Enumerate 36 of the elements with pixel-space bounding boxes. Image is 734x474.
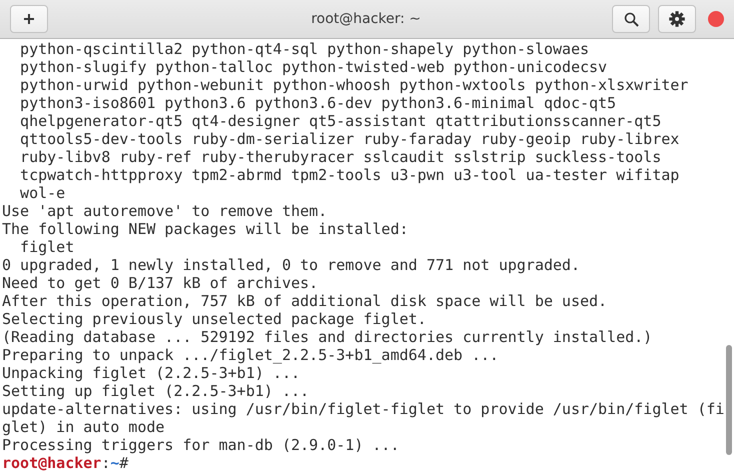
terminal-line: Selecting previously unselected package figlet. — [2, 310, 426, 328]
terminal-line: python-urwid python-webunit python-whoosh python-wxtools python-xlsxwriter — [19, 76, 688, 94]
prompt-path: ~ — [110, 454, 120, 472]
prompt-user: root@hacker — [2, 454, 102, 472]
terminal-line: After this operation, 757 kB of additional disk space will be used. — [2, 292, 608, 310]
prompt-separator: : — [101, 454, 110, 472]
terminal-line: Setting up figlet (2.2.5-3+b1) ... — [2, 382, 310, 400]
terminal-line: qhelpgenerator-qt5 qt4-designer qt5-assistant qtattributionsscanner-qt5 — [19, 112, 662, 130]
window-title: root@hacker: ~ — [310, 11, 422, 27]
terminal-line: python3-iso8601 python3.6 python3.6-dev python3.6-minimal qdoc-qt5 — [19, 94, 616, 112]
terminal-line: (Reading database ... 529192 files and directories currently installed.) — [2, 328, 652, 346]
close-button[interactable] — [708, 11, 724, 27]
terminal-line: Processing triggers for man-db (2.9.0-1) ... — [2, 436, 400, 454]
terminal-line: Need to get 0 B/137 kB of archives. — [2, 274, 318, 292]
terminal-line: qttools5-dev-tools ruby-dm-serializer ruby-faraday ruby-geoip ruby-librex — [19, 130, 680, 148]
new-tab-button[interactable] — [10, 5, 48, 33]
terminal-line: ruby-libv8 ruby-ref ruby-therubyracer sslcaudit sslstrip suckless-tools — [19, 148, 662, 166]
prompt-symbol: # — [119, 454, 128, 472]
search-button[interactable] — [612, 5, 650, 33]
terminal-line: tcpwatch-httpproxy tpm2-abrmd tpm2-tools u3-pwn u3-tool ua-tester wifitap — [19, 166, 680, 184]
terminal-line: python-slugify python-talloc python-twisted-web python-unicodecsv — [19, 58, 608, 76]
terminal-line: Unpacking figlet (2.2.5-3+b1) ... — [2, 364, 300, 382]
terminal-line: python-qscintilla2 python-qt4-sql python-shapely python-slowaes — [19, 40, 589, 58]
search-icon — [624, 12, 638, 26]
settings-icon — [669, 11, 685, 27]
terminal-line: The following NEW packages will be installed: — [2, 220, 408, 238]
scrollbar-thumb[interactable] — [726, 345, 732, 455]
terminal-line: figlet — [19, 238, 74, 256]
plus-icon — [23, 13, 35, 25]
terminal-line: glet) in auto mode — [2, 418, 165, 436]
terminal-line: 0 upgraded, 1 newly installed, 0 to remove and 771 not upgraded. — [2, 256, 580, 274]
terminal-line: wol-e — [19, 184, 66, 202]
terminal-line: Preparing to unpack .../figlet_2.2.5-3+b1_amd64.deb ... — [2, 346, 499, 364]
terminal-line: Use 'apt autoremove' to remove them. — [2, 202, 328, 220]
settings-button[interactable] — [658, 5, 696, 33]
terminal-line: update-alternatives: using /usr/bin/figlet-figlet to provide /usr/bin/figlet (fi — [2, 400, 724, 418]
